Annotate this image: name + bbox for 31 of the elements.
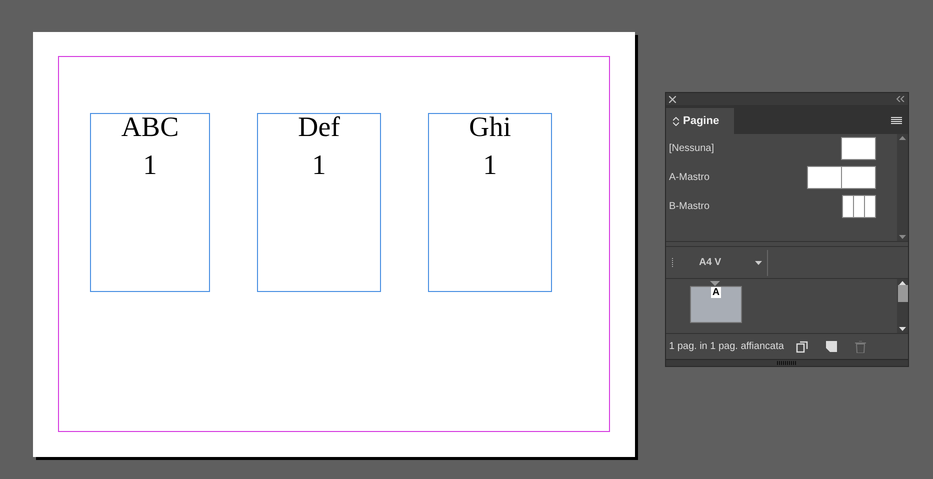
frame-title: Ghi (469, 111, 511, 145)
frame-title: Def (298, 111, 340, 145)
master-row[interactable]: [Nessuna] (666, 137, 897, 160)
panel-tab[interactable]: Pagine (666, 108, 734, 134)
master-thumbnail (842, 195, 876, 218)
scroll-down-icon[interactable] (899, 327, 906, 331)
scrollbar[interactable] (897, 279, 908, 333)
text-frame[interactable]: Ghi 1 (428, 113, 552, 292)
master-thumbnail (841, 137, 876, 160)
frame-title: ABC (121, 111, 179, 145)
master-thumbnail (807, 166, 876, 189)
collapse-icon[interactable] (896, 96, 905, 102)
master-row[interactable]: A-Mastro (666, 166, 897, 189)
sort-arrows-icon (673, 116, 679, 126)
page-number: 1 (143, 149, 157, 183)
page-thumbnail[interactable]: A (690, 286, 742, 323)
new-page-icon[interactable] (826, 341, 837, 352)
close-icon[interactable] (669, 96, 676, 102)
text-frame[interactable]: Def 1 (257, 113, 381, 292)
page-number: 1 (312, 149, 326, 183)
status-text: 1 pag. in 1 pag. affiancata (669, 340, 784, 354)
grip-icon[interactable] (671, 258, 674, 268)
trash-icon[interactable] (854, 340, 866, 352)
page-size-dropdown[interactable]: A4 V (699, 255, 762, 270)
caret-icon (755, 260, 762, 264)
master-row[interactable]: B-Mastro (666, 195, 897, 218)
scroll-thumb[interactable] (898, 285, 908, 302)
master-letter: A (711, 287, 721, 298)
menu-icon[interactable] (891, 117, 902, 125)
text-frame[interactable]: ABC 1 (90, 113, 210, 292)
page-number: 1 (483, 149, 497, 183)
